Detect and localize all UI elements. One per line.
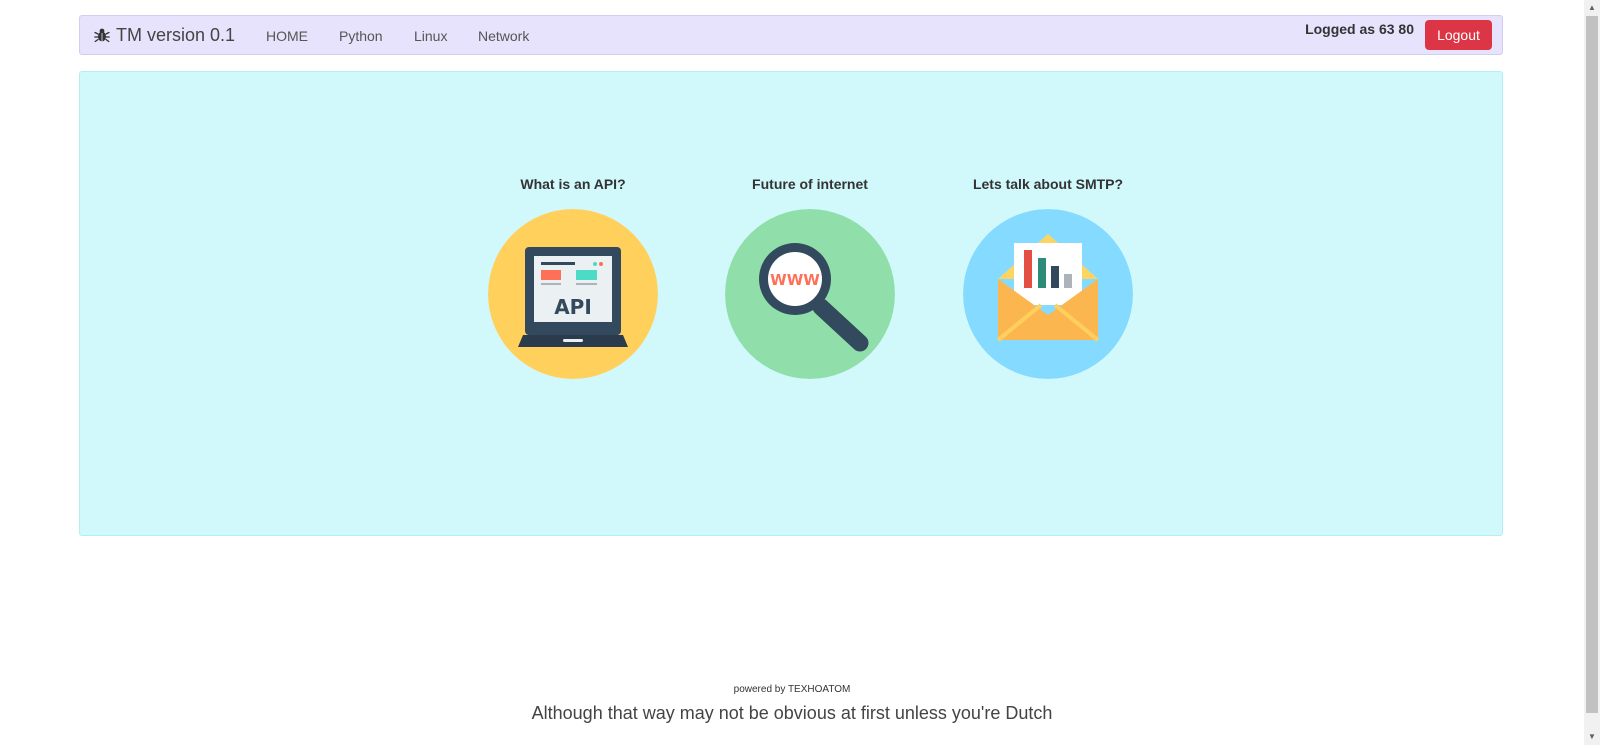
scroll-up-arrow-icon[interactable]: ▲ bbox=[1584, 0, 1600, 16]
powered-by-text: powered by TEXHOATOM bbox=[733, 684, 851, 695]
footer-quote: Although that way may not be obvious at … bbox=[531, 703, 1053, 723]
svg-text:API: API bbox=[554, 295, 592, 319]
logged-user-text: Logged as 63 80 bbox=[1305, 21, 1414, 37]
magnifier-www-icon[interactable]: WWW bbox=[725, 209, 895, 379]
topic-card-api: What is an API? API bbox=[453, 174, 693, 379]
brand-label: TM version 0.1 bbox=[116, 24, 236, 45]
topics-panel: What is an API? API Future of internet W… bbox=[79, 71, 1503, 536]
bug-icon bbox=[94, 28, 110, 43]
nav-link-home[interactable]: HOME bbox=[266, 16, 308, 54]
topic-card-internet: Future of internet WWW bbox=[690, 174, 930, 379]
nav-link-network[interactable]: Network bbox=[478, 16, 529, 54]
topic-title-api[interactable]: What is an API? bbox=[453, 174, 693, 194]
scroll-down-arrow-icon[interactable]: ▼ bbox=[1584, 729, 1600, 745]
topic-title-smtp[interactable]: Lets talk about SMTP? bbox=[928, 174, 1168, 194]
topic-title-internet[interactable]: Future of internet bbox=[690, 174, 930, 194]
top-navbar: TM version 0.1 HOME Python Linux Network… bbox=[79, 15, 1503, 55]
logout-button[interactable]: Logout bbox=[1425, 20, 1492, 50]
vertical-scrollbar[interactable]: ▲ ▼ bbox=[1584, 0, 1600, 745]
svg-text:WWW: WWW bbox=[770, 271, 820, 289]
scrollbar-thumb[interactable] bbox=[1586, 16, 1598, 713]
topic-card-smtp: Lets talk about SMTP? bbox=[928, 174, 1168, 379]
laptop-api-icon[interactable]: API bbox=[488, 209, 658, 379]
nav-link-python[interactable]: Python bbox=[339, 16, 383, 54]
nav-link-linux[interactable]: Linux bbox=[414, 16, 447, 54]
envelope-chart-icon[interactable] bbox=[963, 209, 1133, 379]
brand[interactable]: TM version 0.1 bbox=[94, 16, 235, 54]
